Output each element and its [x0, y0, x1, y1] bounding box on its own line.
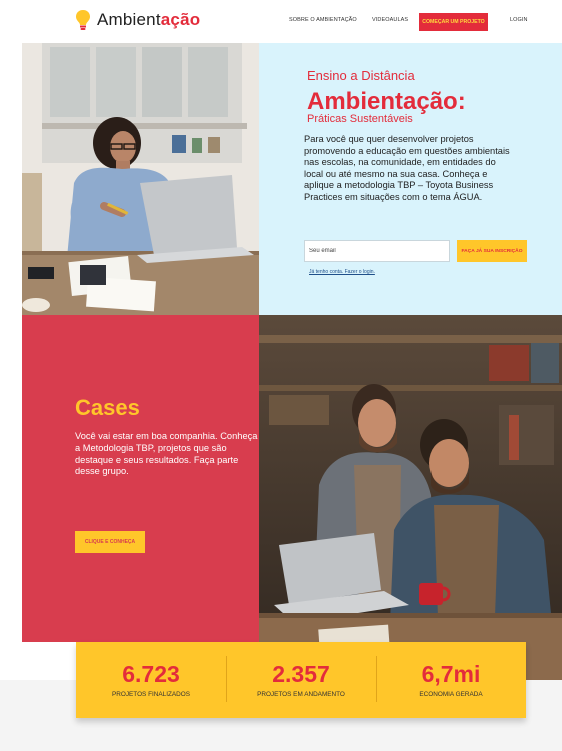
- workshop-photo-two-men: [259, 315, 562, 680]
- signup-button[interactable]: FAÇA JÁ SUA INSCRIÇÃO: [457, 240, 527, 262]
- main-nav: SOBRE O AMBIENTAÇÃO VIDEOAULAS COMEÇAR U…: [0, 13, 562, 33]
- stat-economia: 6,7mi ECONOMIA GERADA: [376, 642, 526, 718]
- hero-photo-woman-laptop: [22, 43, 259, 315]
- cases-button[interactable]: CLIQUE E CONHEÇA: [75, 531, 145, 553]
- nav-link-login[interactable]: LOGIN: [510, 17, 528, 23]
- cases-panel: Cases Você vai estar em boa companhia. C…: [22, 315, 259, 642]
- hero-panel: Ensino a Distância Ambientação: Práticas…: [259, 43, 562, 315]
- site-header: Ambientação SOBRE O AMBIENTAÇÃO VIDEOAUL…: [0, 0, 562, 42]
- stat-label: PROJETOS EM ANDAMENTO: [257, 691, 345, 698]
- cases-title: Cases: [75, 395, 140, 420]
- stat-value: 6,7mi: [421, 661, 481, 687]
- stat-label: ECONOMIA GERADA: [419, 691, 483, 698]
- hero-description: Para você que quer desenvolver projetos …: [304, 134, 510, 202]
- login-link[interactable]: Já tenho conta. Fazer o login.: [309, 269, 375, 275]
- email-input[interactable]: [304, 240, 450, 262]
- stat-value: 6.723: [122, 661, 180, 687]
- stat-finalizados: 6.723 PROJETOS FINALIZADOS: [76, 642, 226, 718]
- hero-subtitle: Práticas Sustentáveis: [307, 113, 413, 125]
- stats-bar: 6.723 PROJETOS FINALIZADOS 2.357 PROJETO…: [76, 642, 526, 718]
- cases-description: Você vai estar em boa companhia. Conheça…: [75, 431, 258, 477]
- stat-label: PROJETOS FINALIZADOS: [111, 691, 190, 698]
- nav-link-videoaulas[interactable]: VIDEOAULAS: [372, 17, 408, 23]
- stat-value: 2.357: [272, 661, 330, 687]
- nav-link-sobre[interactable]: SOBRE O AMBIENTAÇÃO: [289, 17, 357, 23]
- start-project-button[interactable]: COMEÇAR UM PROJETO: [419, 13, 488, 31]
- hero-kicker: Ensino a Distância: [307, 68, 415, 83]
- hero-title: Ambientação:: [307, 88, 466, 115]
- stat-andamento: 2.357 PROJETOS EM ANDAMENTO: [226, 642, 376, 718]
